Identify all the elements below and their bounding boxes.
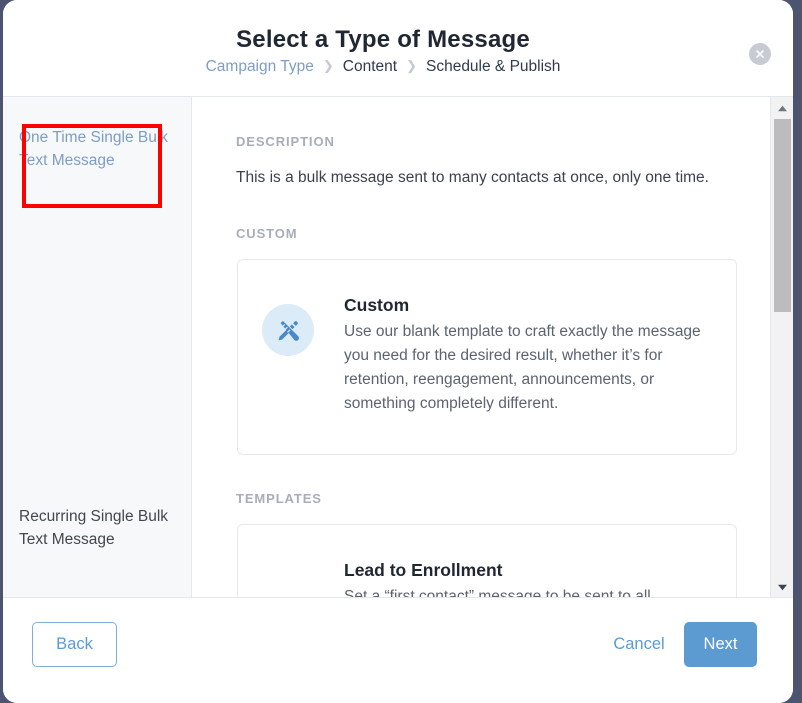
scroll-down-button[interactable]: [771, 578, 793, 595]
breadcrumb-item-schedule-publish[interactable]: Schedule & Publish: [426, 58, 560, 75]
custom-template-card[interactable]: Custom Use our blank template to craft e…: [237, 259, 737, 455]
template-card-lead-to-enrollment[interactable]: Lead to Enrollment Set a “first contact”…: [237, 524, 737, 597]
pencil-ruler-icon: [262, 304, 314, 356]
close-button[interactable]: [749, 43, 771, 65]
caret-up-icon: [777, 99, 788, 117]
template-card-text: Lead to Enrollment Set a “first contact”…: [344, 525, 673, 597]
chevron-right-icon: ❯: [406, 58, 417, 73]
custom-card-text: Custom Use our blank template to craft e…: [344, 260, 736, 416]
description-section-label: DESCRIPTION: [236, 134, 335, 149]
custom-card-description: Use our blank template to craft exactly …: [344, 323, 701, 412]
cancel-button[interactable]: Cancel: [598, 622, 680, 667]
breadcrumb-item-content[interactable]: Content: [343, 58, 397, 75]
template-card-description: Set a “first contact” message to be sent…: [344, 588, 651, 597]
back-button[interactable]: Back: [32, 622, 117, 667]
content-scroll-area[interactable]: DESCRIPTION This is a bulk message sent …: [192, 97, 770, 597]
modal-footer: Back Cancel Next: [3, 598, 793, 703]
breadcrumb: Campaign Type ❯ Content ❯ Schedule & Publish: [3, 58, 763, 76]
sidebar-item-one-time-single-bulk-text-message[interactable]: One Time Single Bulk Text Message: [3, 126, 191, 172]
screen: Select a Type of Message Campaign Type ❯ C…: [0, 0, 802, 703]
next-button[interactable]: Next: [684, 622, 757, 667]
breadcrumb-item-campaign-type[interactable]: Campaign Type: [206, 58, 314, 75]
templates-section-label: TEMPLATES: [236, 491, 322, 506]
sidebar-item-recurring-single-bulk-text-message[interactable]: Recurring Single Bulk Text Message: [3, 505, 191, 551]
close-icon: [754, 48, 766, 60]
content-inner: DESCRIPTION This is a bulk message sent …: [192, 97, 770, 597]
custom-card-title: Custom: [344, 295, 410, 315]
scrollbar-thumb[interactable]: [774, 119, 791, 312]
template-card-title: Lead to Enrollment: [344, 560, 503, 580]
content-scrollbar[interactable]: [770, 97, 793, 597]
chevron-right-icon: ❯: [322, 58, 334, 73]
caret-down-icon: [777, 578, 788, 596]
modal-header: Select a Type of Message Campaign Type ❯ C…: [3, 0, 793, 97]
description-text: This is a bulk message sent to many cont…: [236, 169, 709, 186]
modal-body: One Time Single Bulk Text Message Recurr…: [3, 97, 793, 597]
custom-section-label: CUSTOM: [236, 226, 298, 241]
scroll-up-button[interactable]: [771, 99, 793, 116]
modal-dialog: Select a Type of Message Campaign Type ❯ C…: [3, 0, 793, 703]
campaign-type-sidebar: One Time Single Bulk Text Message Recurr…: [3, 97, 192, 597]
page-title: Select a Type of Message: [236, 26, 530, 53]
